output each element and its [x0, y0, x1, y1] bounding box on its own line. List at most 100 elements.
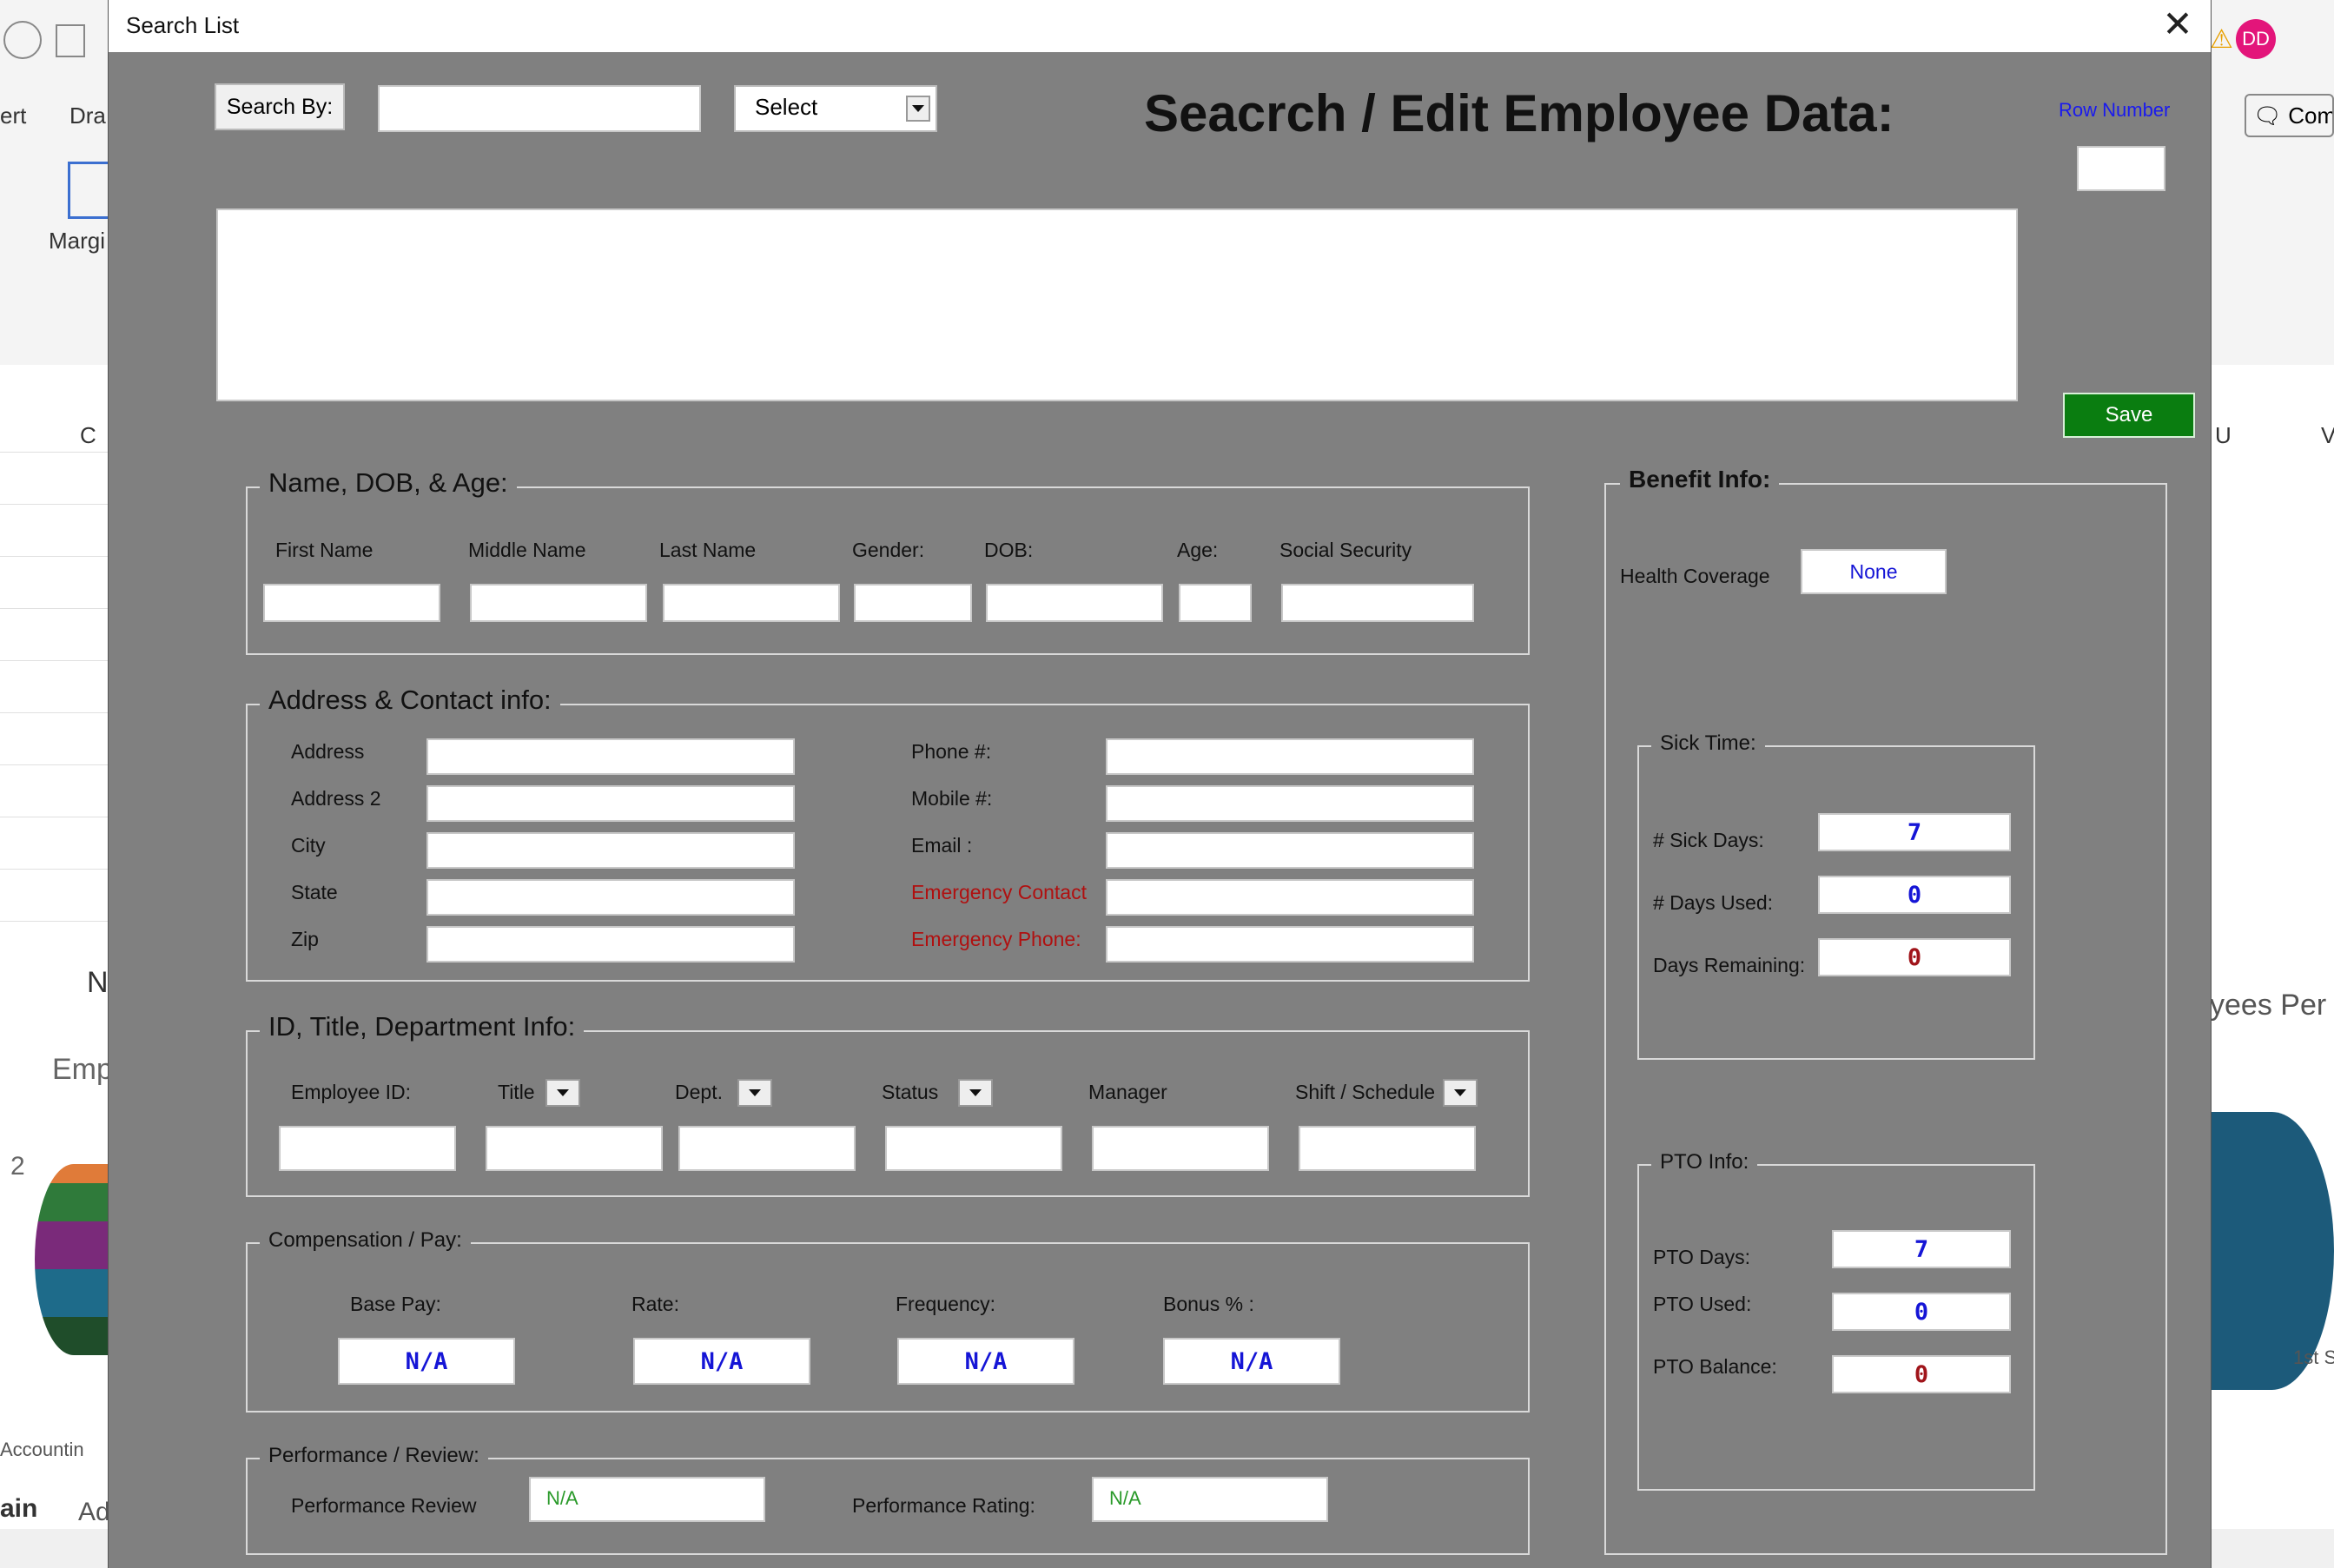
phone-field[interactable] [1106, 738, 1474, 775]
rate-field[interactable]: N/A [633, 1338, 810, 1385]
days-used-field[interactable]: 0 [1818, 876, 2011, 914]
sick-time-caption: Sick Time: [1651, 731, 1765, 756]
shift-schedule-field[interactable] [1299, 1126, 1476, 1171]
base-pay-field[interactable]: N/A [338, 1338, 515, 1385]
sheet-tab-main[interactable]: ain [0, 1494, 37, 1524]
chart-label-2: 2 [10, 1152, 25, 1181]
sheet-tab-ad[interactable]: Ad [78, 1498, 110, 1527]
address-label: Address [291, 740, 365, 763]
middle-name-field[interactable] [470, 584, 647, 622]
employee-id-label: Employee ID: [291, 1081, 412, 1103]
save-button[interactable]: Save [2063, 393, 2195, 438]
age-field[interactable] [1179, 584, 1252, 622]
page-title: Seacrch / Edit Employee Data: [1144, 84, 1894, 142]
manager-field[interactable] [1092, 1126, 1269, 1171]
title-field[interactable] [486, 1126, 663, 1171]
ribbon-tab-insert[interactable]: ert [0, 103, 26, 129]
search-by-button[interactable]: Search By: [215, 83, 345, 130]
email-label: Email : [911, 834, 973, 857]
avatar[interactable]: DD [2236, 19, 2276, 59]
email-field[interactable] [1106, 832, 1474, 869]
zip-field[interactable] [426, 926, 795, 963]
emergency-contact-field[interactable] [1106, 879, 1474, 916]
column-header-c[interactable]: C [80, 422, 96, 449]
mobile-field[interactable] [1106, 785, 1474, 822]
performance-rating-field[interactable]: N/A [1092, 1477, 1328, 1522]
dept-label: Dept. [675, 1081, 723, 1103]
chart-title-left: Emp [52, 1053, 113, 1086]
sick-days-field[interactable]: 7 [1818, 813, 2011, 851]
margins-label[interactable]: Margi [49, 228, 105, 255]
dialog-title: Search List [126, 12, 240, 38]
phone-label: Phone #: [911, 740, 992, 763]
city-field[interactable] [426, 832, 795, 869]
pto-days-field[interactable]: 7 [1832, 1230, 2011, 1268]
undo-icon[interactable] [3, 21, 42, 59]
name-dob-age-frame: Name, DOB, & Age: [246, 467, 1530, 655]
city-label: City [291, 834, 326, 857]
title-dropdown-button[interactable] [545, 1079, 580, 1107]
status-field[interactable] [885, 1126, 1062, 1171]
dob-label: DOB: [984, 539, 1034, 561]
employee-id-field[interactable] [279, 1126, 456, 1171]
pto-used-label: PTO Used: [1653, 1293, 1752, 1315]
age-label: Age: [1177, 539, 1219, 561]
dialog-titlebar: Search List ✕ [109, 0, 2211, 52]
dept-field[interactable] [678, 1126, 856, 1171]
warning-icon[interactable]: ⚠ [2210, 24, 2233, 55]
benefit-section-caption: Benefit Info: [1620, 466, 1780, 493]
dob-field[interactable] [986, 584, 1163, 622]
dept-dropdown-button[interactable] [737, 1079, 772, 1107]
state-label: State [291, 881, 338, 903]
comments-button[interactable]: 🗨 Com [2245, 94, 2334, 137]
status-label: Status [882, 1081, 939, 1103]
frequency-label: Frequency: [896, 1293, 996, 1315]
legend-right: 1st S [2293, 1346, 2334, 1368]
pto-used-field[interactable]: 0 [1832, 1293, 2011, 1331]
zip-label: Zip [291, 928, 319, 950]
emergency-contact-label: Emergency Contact [911, 881, 1087, 903]
manager-label: Manager [1088, 1081, 1167, 1103]
chevron-down-icon[interactable] [906, 96, 930, 122]
address-field[interactable] [426, 738, 795, 775]
close-icon[interactable]: ✕ [2157, 3, 2198, 45]
save-file-icon[interactable] [56, 24, 85, 57]
row-number-label: Row Number [2059, 99, 2171, 121]
results-listbox[interactable] [216, 208, 2018, 401]
first-name-field[interactable] [263, 584, 440, 622]
bonus-field[interactable]: N/A [1163, 1338, 1340, 1385]
column-header-v[interactable]: V [2321, 422, 2334, 449]
pto-days-label: PTO Days: [1653, 1246, 1751, 1268]
search-input[interactable] [378, 85, 701, 132]
days-remaining-field[interactable]: 0 [1818, 938, 2011, 976]
compensation-pay-frame: Compensation / Pay: [246, 1228, 1530, 1413]
days-remaining-label: Days Remaining: [1653, 954, 1806, 976]
performance-section-caption: Performance / Review: [260, 1444, 488, 1468]
chevron-down-icon [557, 1089, 569, 1096]
middle-name-label: Middle Name [468, 539, 586, 561]
mobile-label: Mobile #: [911, 787, 993, 810]
frequency-field[interactable]: N/A [897, 1338, 1074, 1385]
ribbon-tab-draw[interactable]: Dra [69, 103, 106, 129]
address2-field[interactable] [426, 785, 795, 822]
first-name-label: First Name [275, 539, 374, 561]
search-field-select[interactable]: Select [734, 85, 937, 132]
social-security-field[interactable] [1281, 584, 1474, 622]
status-dropdown-button[interactable] [958, 1079, 993, 1107]
chevron-down-icon [969, 1089, 982, 1096]
state-field[interactable] [426, 879, 795, 916]
id-title-department-frame: ID, Title, Department Info: [246, 1011, 1530, 1197]
column-header-u[interactable]: U [2215, 422, 2232, 449]
margins-icon[interactable] [68, 162, 111, 219]
shift-dropdown-button[interactable] [1443, 1079, 1478, 1107]
chart-title-right: yees Per [2210, 989, 2327, 1022]
chevron-down-icon [1454, 1089, 1466, 1096]
row-number-field[interactable] [2077, 146, 2165, 191]
emergency-phone-field[interactable] [1106, 926, 1474, 963]
performance-review-field[interactable]: N/A [529, 1477, 765, 1522]
health-coverage-field[interactable]: None [1801, 549, 1947, 594]
title-label: Title [498, 1081, 535, 1103]
last-name-field[interactable] [663, 584, 840, 622]
pto-balance-field[interactable]: 0 [1832, 1355, 2011, 1393]
gender-field[interactable] [854, 584, 972, 622]
